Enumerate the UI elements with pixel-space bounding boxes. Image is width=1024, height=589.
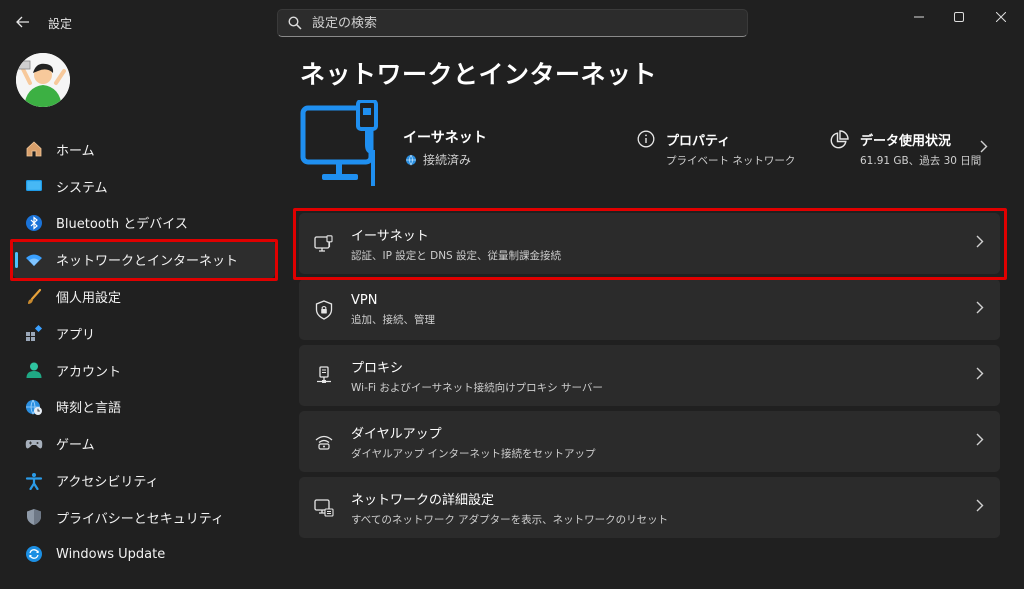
sidebar-item-label: Windows Update xyxy=(56,546,166,562)
card-subtitle: Wi-Fi およびイーサネット接続向けプロキシ サーバー xyxy=(351,381,603,394)
card-subtitle: 追加、接続、管理 xyxy=(351,313,435,326)
ethernet-monitor-icon xyxy=(300,99,386,194)
globe-clock-icon xyxy=(25,398,43,416)
sidebar-item-label: 時刻と言語 xyxy=(56,401,122,417)
app-title: 設定 xyxy=(48,17,73,31)
sidebar-item-windows-update[interactable]: Windows Update xyxy=(13,536,275,573)
card-title: イーサネット xyxy=(351,228,429,244)
data-usage-link[interactable]: データ使用状況 61.91 GB、過去 30 日間 xyxy=(829,130,981,168)
card-title: VPN xyxy=(351,292,378,308)
sidebar-item-label: システム xyxy=(56,180,108,196)
minimize-icon xyxy=(914,16,924,18)
back-button[interactable] xyxy=(10,10,36,34)
connection-status: 接続済み xyxy=(405,151,471,168)
gamepad-icon xyxy=(25,435,43,453)
system-monitor-icon xyxy=(25,177,43,195)
search-box[interactable] xyxy=(277,9,748,37)
card-subtitle: 認証、IP 設定と DNS 設定、従量制課金接続 xyxy=(351,249,562,262)
sidebar-item-gaming[interactable]: ゲーム xyxy=(13,425,275,462)
chevron-right-icon xyxy=(976,235,984,252)
update-icon xyxy=(25,545,43,563)
user-avatar[interactable] xyxy=(16,53,70,107)
maximize-icon xyxy=(954,12,964,22)
sidebar-item-label: Bluetooth とデバイス xyxy=(56,217,188,233)
proxy-icon xyxy=(313,365,335,387)
card-dialup[interactable]: ダイヤルアップ ダイヤルアップ インターネット接続をセットアップ xyxy=(299,411,1000,472)
card-title: ネットワークの詳細設定 xyxy=(351,492,495,508)
page-title: ネットワークとインターネット xyxy=(300,60,658,89)
sidebar-item-accounts[interactable]: アカウント xyxy=(13,352,275,389)
card-ethernet[interactable]: イーサネット 認証、IP 設定と DNS 設定、従量制課金接続 xyxy=(299,213,1000,274)
ethernet-icon xyxy=(313,233,335,255)
sidebar-item-privacy[interactable]: プライバシーとセキュリティ xyxy=(13,499,275,536)
chevron-right-icon[interactable] xyxy=(980,140,988,157)
minimize-button[interactable] xyxy=(903,6,935,28)
sidebar-item-home[interactable]: ホーム xyxy=(13,131,275,168)
shield-icon xyxy=(25,508,43,526)
dialup-icon xyxy=(313,431,335,453)
sidebar-item-system[interactable]: システム xyxy=(13,168,275,205)
sidebar-item-label: プライバシーとセキュリティ xyxy=(56,511,224,527)
properties-title: プロパティ xyxy=(666,134,731,149)
connection-status-text: 接続済み xyxy=(423,153,472,167)
pie-chart-icon xyxy=(830,130,849,149)
card-subtitle: すべてのネットワーク アダプターを表示、ネットワークのリセット xyxy=(351,513,669,526)
sidebar-item-bluetooth[interactable]: Bluetooth とデバイス xyxy=(13,205,275,242)
sidebar-item-time-language[interactable]: 時刻と言語 xyxy=(13,389,275,426)
search-input[interactable] xyxy=(312,15,712,31)
card-title: プロキシ xyxy=(351,360,404,376)
sidebar-item-label: アカウント xyxy=(56,364,122,380)
properties-link[interactable]: プロパティ プライベート ネットワーク xyxy=(637,130,795,168)
search-icon xyxy=(288,16,302,30)
wifi-icon xyxy=(25,251,43,269)
card-subtitle: ダイヤルアップ インターネット接続をセットアップ xyxy=(351,447,596,460)
sidebar-item-label: ゲーム xyxy=(56,438,95,454)
properties-subtitle: プライベート ネットワーク xyxy=(666,155,796,167)
avatar-illustration-icon xyxy=(16,53,70,107)
vpn-shield-icon xyxy=(313,299,335,321)
network-advanced-icon xyxy=(313,497,335,519)
accessibility-icon xyxy=(25,472,43,490)
sidebar-item-label: ホーム xyxy=(56,143,95,159)
card-advanced-network[interactable]: ネットワークの詳細設定 すべてのネットワーク アダプターを表示、ネットワークのリ… xyxy=(299,477,1000,538)
card-title: ダイヤルアップ xyxy=(351,426,442,442)
sidebar-nav: ホーム システム Bluetooth とデバイス ネットワークとインターネット … xyxy=(13,131,275,573)
bluetooth-icon xyxy=(25,214,43,232)
card-vpn[interactable]: VPN 追加、接続、管理 xyxy=(299,279,1000,340)
card-proxy[interactable]: プロキシ Wi-Fi およびイーサネット接続向けプロキシ サーバー xyxy=(299,345,1000,406)
chevron-right-icon xyxy=(976,301,984,318)
close-button[interactable] xyxy=(985,6,1017,28)
apps-icon xyxy=(25,324,43,342)
sidebar-item-network[interactable]: ネットワークとインターネット xyxy=(13,241,275,279)
connection-name: イーサネット xyxy=(403,130,487,146)
sidebar-item-personalization[interactable]: 個人用設定 xyxy=(13,278,275,315)
sidebar-item-label: アプリ xyxy=(56,327,96,343)
chevron-right-icon xyxy=(976,499,984,516)
sidebar-item-label: アクセシビリティ xyxy=(56,475,159,491)
brush-icon xyxy=(25,288,43,306)
sidebar-item-apps[interactable]: アプリ xyxy=(13,315,275,352)
sidebar-item-label: 個人用設定 xyxy=(56,291,122,307)
back-arrow-icon xyxy=(16,16,29,28)
maximize-button[interactable] xyxy=(943,6,975,28)
data-usage-subtitle: 61.91 GB、過去 30 日間 xyxy=(860,155,982,167)
close-icon xyxy=(996,12,1006,22)
chevron-right-icon xyxy=(976,433,984,450)
title-bar: 設定 xyxy=(0,0,1024,44)
sidebar-item-accessibility[interactable]: アクセシビリティ xyxy=(13,462,275,499)
info-icon xyxy=(637,130,655,148)
data-usage-title: データ使用状況 xyxy=(860,134,952,149)
settings-cards: イーサネット 認証、IP 設定と DNS 設定、従量制課金接続 VPN 追加、接… xyxy=(299,213,1000,543)
chevron-right-icon xyxy=(976,367,984,384)
account-icon xyxy=(25,361,43,379)
sidebar-item-label: ネットワークとインターネット xyxy=(56,254,239,270)
home-icon xyxy=(25,140,43,158)
globe-icon xyxy=(406,154,416,166)
